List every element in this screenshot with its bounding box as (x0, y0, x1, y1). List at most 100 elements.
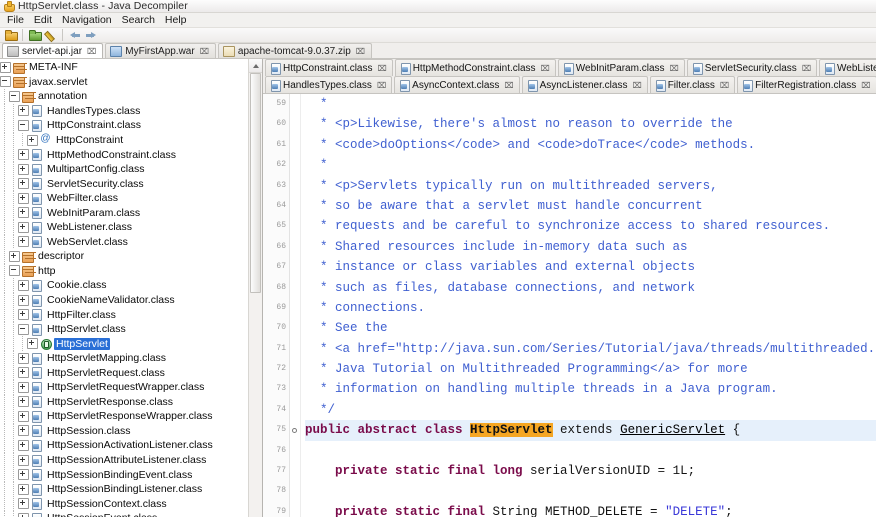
tree-node[interactable]: HttpServletResponse.class (0, 394, 262, 410)
close-icon[interactable]: ⌧ (802, 64, 811, 73)
close-icon[interactable]: ⌧ (377, 81, 386, 90)
expand-toggle-icon[interactable] (0, 61, 11, 73)
code-line[interactable]: * so be aware that a servlet must handle… (305, 196, 876, 216)
editor-tab-row2-4[interactable]: FilterRegistration.class ⌧ (737, 76, 876, 93)
archive-tab-2[interactable]: apache-tomcat-9.0.37.zip ⌧ (217, 43, 372, 58)
forward-button[interactable] (83, 28, 98, 42)
tree-node[interactable]: Cookie.class (0, 278, 262, 293)
tree-node[interactable]: javax.servlet (0, 75, 262, 90)
code-line[interactable] (305, 481, 876, 501)
tree-node[interactable]: WebServlet.class (0, 234, 262, 250)
menu-item-navigation[interactable]: Navigation (57, 13, 117, 27)
editor-tab-row1-3[interactable]: ServletSecurity.class ⌧ (686, 59, 818, 76)
tree-node[interactable]: descriptor (0, 249, 262, 264)
close-icon[interactable]: ⌧ (541, 64, 550, 73)
expand-toggle-icon[interactable] (18, 512, 29, 517)
editor-tab-row1-0[interactable]: HttpConstraint.class ⌧ (265, 59, 393, 76)
editor-tab-row1-2[interactable]: WebInitParam.class ⌧ (557, 59, 685, 76)
tree-node[interactable]: annotation (0, 89, 262, 104)
expand-toggle-icon[interactable] (27, 134, 38, 146)
tree-node[interactable]: HttpServletMapping.class (0, 350, 262, 366)
collapse-toggle-icon[interactable] (9, 265, 20, 277)
code-line[interactable]: * <p>Likewise, there's almost no reason … (305, 114, 876, 134)
tree-node[interactable]: HttpSessionAttributeListener.class (0, 452, 262, 468)
editor-tab-row2-0[interactable]: HandlesTypes.class ⌧ (265, 76, 393, 93)
expand-toggle-icon[interactable] (18, 207, 29, 219)
tree-node[interactable]: HttpSessionActivationListener.class (0, 438, 262, 453)
archive-tab-0[interactable]: servlet-api.jar ⌧ (2, 43, 104, 58)
close-icon[interactable]: ⌧ (504, 81, 513, 90)
expand-toggle-icon[interactable] (18, 498, 29, 510)
expand-toggle-icon[interactable] (18, 425, 29, 437)
tree-node[interactable]: HttpSessionBindingListener.class (0, 481, 262, 497)
code-line[interactable]: * information on handling multiple threa… (305, 379, 876, 399)
expand-toggle-icon[interactable] (18, 410, 29, 422)
expand-toggle-icon[interactable] (18, 236, 29, 248)
code-line[interactable]: * Java Tutorial on Multithreaded Program… (305, 359, 876, 379)
code-line[interactable] (305, 441, 876, 461)
expand-toggle-icon[interactable] (18, 439, 29, 451)
expand-toggle-icon[interactable] (18, 294, 29, 306)
tree-node[interactable]: WebFilter.class (0, 190, 262, 206)
tree-node[interactable]: WebListener.class (0, 220, 262, 235)
tree-node[interactable]: HttpSessionEvent.class (0, 510, 262, 517)
close-icon[interactable]: ⌧ (720, 81, 729, 90)
close-icon[interactable]: ⌧ (377, 64, 386, 73)
tree-node[interactable]: MultipartConfig.class (0, 161, 262, 177)
expand-toggle-icon[interactable] (18, 469, 29, 481)
menu-item-search[interactable]: Search (117, 13, 160, 27)
tree-node[interactable]: HttpServletRequest.class (0, 365, 262, 380)
collapse-toggle-icon[interactable] (0, 76, 11, 88)
scroll-up-arrow[interactable] (249, 59, 262, 73)
menu-item-file[interactable]: File (2, 13, 29, 27)
menu-item-help[interactable]: Help (160, 13, 192, 27)
code-line[interactable]: * (305, 94, 876, 114)
fold-marker-icon[interactable] (290, 420, 300, 440)
expand-toggle-icon[interactable] (18, 163, 29, 175)
code-line[interactable]: * requests and be careful to synchronize… (305, 216, 876, 236)
tree-node[interactable]: META-INF (0, 60, 262, 75)
tree-scrollbar[interactable] (248, 59, 262, 517)
tree-node[interactable]: HttpServlet.class (0, 321, 262, 337)
tree-node[interactable]: http (0, 263, 262, 279)
tree-node[interactable]: HttpSessionContext.class (0, 496, 262, 511)
expand-toggle-icon[interactable] (27, 338, 38, 350)
code-line[interactable]: private static final String METHOD_DELET… (305, 502, 876, 517)
code-line[interactable]: * instance or class variables and extern… (305, 257, 876, 277)
tree-node[interactable]: HttpServlet (0, 336, 262, 351)
close-icon[interactable]: ⌧ (200, 47, 209, 56)
expand-toggle-icon[interactable] (18, 454, 29, 466)
expand-toggle-icon[interactable] (18, 192, 29, 204)
collapse-toggle-icon[interactable] (18, 119, 29, 131)
code-line[interactable]: * such as files, database connections, a… (305, 278, 876, 298)
expand-toggle-icon[interactable] (18, 396, 29, 408)
fold-marker-gutter[interactable] (290, 94, 301, 517)
tree-node[interactable]: ServletSecurity.class (0, 176, 262, 191)
code-line[interactable]: * <p>Servlets typically run on multithre… (305, 176, 876, 196)
edit-button[interactable] (43, 28, 58, 42)
tree-scrollbar-thumb[interactable] (250, 73, 261, 293)
close-icon[interactable]: ⌧ (632, 81, 641, 90)
expand-toggle-icon[interactable] (18, 381, 29, 393)
tree-node[interactable]: HttpServletResponseWrapper.class (0, 409, 262, 424)
close-icon[interactable]: ⌧ (356, 47, 365, 56)
code-line[interactable]: * <a href="http://java.sun.com/Series/Tu… (305, 339, 876, 359)
code-line[interactable]: * Shared resources include in-memory dat… (305, 237, 876, 257)
expand-toggle-icon[interactable] (18, 149, 29, 161)
tree-node[interactable]: CookieNameValidator.class (0, 292, 262, 308)
code-line[interactable]: public abstract class HttpServlet extend… (305, 420, 876, 441)
expand-toggle-icon[interactable] (18, 483, 29, 495)
expand-toggle-icon[interactable] (9, 250, 20, 262)
expand-toggle-icon[interactable] (18, 279, 29, 291)
tree-node[interactable]: HttpMethodConstraint.class (0, 147, 262, 162)
tree-node[interactable]: HandlesTypes.class (0, 103, 262, 119)
close-icon[interactable]: ⌧ (87, 47, 96, 56)
source-code[interactable]: * * <p>Likewise, there's almost no reaso… (301, 94, 876, 517)
code-line[interactable]: * <code>doOptions</code> and <code>doTra… (305, 135, 876, 155)
tree-node[interactable]: HttpConstraint.class (0, 118, 262, 133)
expand-toggle-icon[interactable] (18, 178, 29, 190)
code-view[interactable]: 59 60 61 62 63 64 65 66 67 68 69 70 71 72 73 74 75 76 77 78… (263, 94, 876, 517)
code-line[interactable]: * (305, 155, 876, 175)
expand-toggle-icon[interactable] (18, 352, 29, 364)
expand-toggle-icon[interactable] (18, 309, 29, 321)
